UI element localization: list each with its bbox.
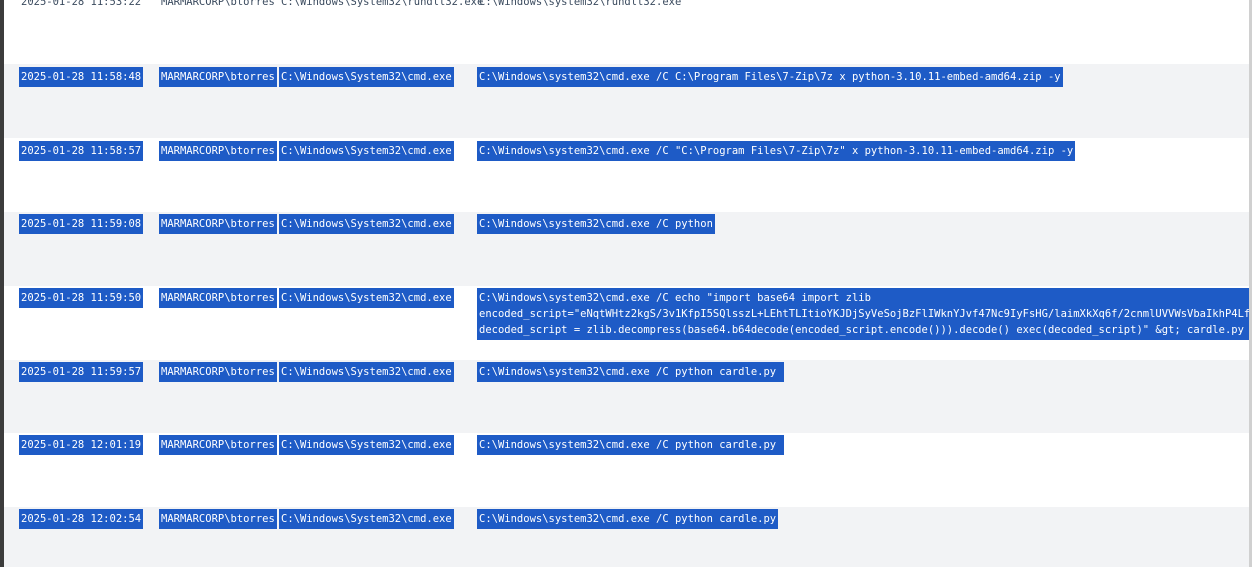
command-line-text: C:\Windows\system32\cmd.exe /C python ca… [479, 437, 783, 453]
command-line-text: C:\Windows\system32\cmd.exe /C python ca… [479, 364, 783, 380]
user-cell[interactable]: MARMARCORP\btorres [161, 216, 275, 232]
command-line-text: decoded_script = zlib.decompress(base64.… [479, 322, 1249, 338]
table-row[interactable]: 2025-01-28 11:58:48 MARMARCORP\btorres C… [4, 64, 1249, 138]
process-events-table: 2025-01-28 11:53:22 MARMARCORP\btorres C… [4, 0, 1249, 567]
user-cell[interactable]: MARMARCORP\btorres [161, 143, 275, 159]
user-cell[interactable]: MARMARCORP\btorres [161, 511, 275, 527]
user-cell[interactable]: MARMARCORP\btorres [161, 290, 275, 306]
image-path-cell[interactable]: C:\Windows\System32\cmd.exe [281, 364, 452, 380]
timestamp-cell[interactable]: 2025-01-28 11:59:08 [21, 216, 142, 232]
command-line-text: C:\Windows\system32\cmd.exe /C python [479, 216, 713, 232]
command-line-cell[interactable]: C:\Windows\system32\rundll32.exe [479, 0, 681, 10]
timestamp-cell[interactable]: 2025-01-28 12:01:19 [21, 437, 142, 453]
user-cell[interactable]: MARMARCORP\btorres [161, 437, 275, 453]
table-row[interactable]: 2025-01-28 11:59:08 MARMARCORP\btorres C… [4, 212, 1249, 286]
command-line-text: C:\Windows\system32\cmd.exe /C python ca… [479, 511, 777, 527]
command-line-text: C:\Windows\system32\cmd.exe /C C:\Progra… [479, 69, 1061, 85]
table-row[interactable]: 2025-01-28 12:02:54 MARMARCORP\btorres C… [4, 507, 1249, 567]
table-row[interactable]: 2025-01-28 11:58:57 MARMARCORP\btorres C… [4, 138, 1249, 212]
command-line-cell[interactable]: C:\Windows\system32\cmd.exe /C echo "imp… [479, 290, 1249, 338]
image-path-cell[interactable]: C:\Windows\System32\rundll32.exe [281, 0, 483, 10]
table-row[interactable]: 2025-01-28 11:53:22 MARMARCORP\btorres C… [4, 0, 1249, 68]
timestamp-cell[interactable]: 2025-01-28 11:53:22 [21, 0, 141, 10]
command-line-cell[interactable]: C:\Windows\system32\cmd.exe /C python ca… [479, 511, 777, 527]
command-line-text: C:\Windows\system32\rundll32.exe [479, 0, 682, 8]
table-row[interactable]: 2025-01-28 11:59:57 MARMARCORP\btorres C… [4, 360, 1249, 434]
command-line-cell[interactable]: C:\Windows\system32\cmd.exe /C python [479, 216, 713, 232]
command-line-text: C:\Windows\system32\cmd.exe /C echo "imp… [479, 290, 1249, 306]
timestamp-cell[interactable]: 2025-01-28 12:02:54 [21, 511, 142, 527]
image-path-cell[interactable]: C:\Windows\System32\cmd.exe [281, 69, 452, 85]
timestamp-cell[interactable]: 2025-01-28 11:59:50 [21, 290, 142, 306]
image-path-cell[interactable]: C:\Windows\System32\cmd.exe [281, 290, 452, 306]
table-row[interactable]: 2025-01-28 12:01:19 MARMARCORP\btorres C… [4, 433, 1249, 507]
user-cell[interactable]: MARMARCORP\btorres [161, 69, 275, 85]
table-row[interactable]: 2025-01-28 11:59:50 MARMARCORP\btorres C… [4, 286, 1249, 360]
timestamp-cell[interactable]: 2025-01-28 11:58:57 [21, 143, 142, 159]
image-path-cell[interactable]: C:\Windows\System32\cmd.exe [281, 437, 452, 453]
timestamp-cell[interactable]: 2025-01-28 11:58:48 [21, 69, 142, 85]
timestamp-cell[interactable]: 2025-01-28 11:59:57 [21, 364, 142, 380]
command-line-cell[interactable]: C:\Windows\system32\cmd.exe /C C:\Progra… [479, 69, 1061, 85]
image-path-cell[interactable]: C:\Windows\System32\cmd.exe [281, 143, 452, 159]
command-line-text: C:\Windows\system32\cmd.exe /C "C:\Progr… [479, 143, 1074, 159]
user-cell[interactable]: MARMARCORP\btorres [161, 364, 275, 380]
command-line-cell[interactable]: C:\Windows\system32\cmd.exe /C python ca… [479, 364, 783, 380]
user-cell[interactable]: MARMARCORP\btorres [161, 0, 275, 10]
image-path-cell[interactable]: C:\Windows\System32\cmd.exe [281, 511, 452, 527]
command-line-cell[interactable]: C:\Windows\system32\cmd.exe /C python ca… [479, 437, 783, 453]
command-line-text: encoded_script="eNqtWHtz2kgS/3v1KfpI5SQl… [479, 306, 1249, 322]
command-line-cell[interactable]: C:\Windows\system32\cmd.exe /C "C:\Progr… [479, 143, 1074, 159]
image-path-cell[interactable]: C:\Windows\System32\cmd.exe [281, 216, 452, 232]
